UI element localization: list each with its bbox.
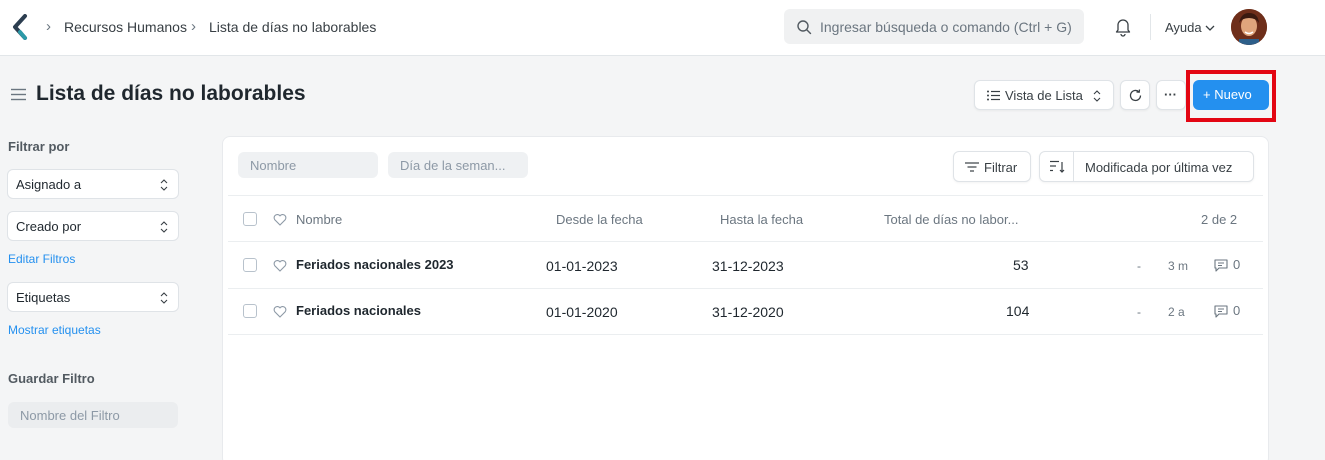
avatar[interactable]	[1231, 9, 1267, 45]
comment-icon	[1214, 305, 1228, 318]
row-comment-count: 0	[1233, 257, 1241, 272]
assigned-to-select[interactable]: Asignado a	[7, 169, 179, 199]
weekday-filter-select[interactable]: Día de la seman...	[388, 152, 528, 178]
filter-name-input[interactable]: Nombre del Filtro	[8, 402, 178, 428]
row-total-holidays: 104	[1006, 303, 1030, 319]
row-from-date: 01-01-2023	[546, 258, 618, 274]
row-to-date: 31-12-2020	[712, 304, 784, 320]
chevron-down-icon	[1205, 25, 1215, 31]
filter-button-label: Filtrar	[984, 160, 1018, 175]
assigned-to-label: Asignado a	[16, 177, 82, 192]
help-menu[interactable]: Ayuda	[1165, 20, 1202, 35]
more-actions-button[interactable]: ···	[1156, 80, 1186, 110]
column-header-from-date: Desde la fecha	[556, 212, 643, 227]
row-modified: 3 m	[1168, 259, 1189, 273]
edit-filters-link[interactable]: Editar Filtros	[8, 252, 75, 266]
breadcrumb-item-holiday-list[interactable]: Lista de días no laborables	[209, 19, 376, 35]
row-to-date: 31-12-2023	[712, 258, 784, 274]
divider	[228, 241, 1263, 242]
breadcrumb-chevron-icon: ›	[46, 18, 51, 35]
refresh-icon	[1129, 89, 1142, 102]
divider	[228, 334, 1263, 335]
view-switcher-label: Vista de Lista	[1005, 88, 1083, 103]
show-tags-link[interactable]: Mostrar etiquetas	[8, 323, 101, 337]
new-button-label: + Nuevo	[1203, 87, 1252, 102]
updown-chevron-icon	[160, 221, 168, 233]
divider	[228, 195, 1263, 196]
row-name-link[interactable]: Feriados nacionales	[296, 303, 421, 318]
breadcrumb-item-hr[interactable]: Recursos Humanos	[64, 19, 187, 35]
list-icon	[987, 90, 1000, 101]
updown-chevron-icon	[160, 179, 168, 191]
row-name-link[interactable]: Feriados nacionales 2023	[296, 257, 454, 272]
row-comment-count: 0	[1233, 303, 1241, 318]
name-filter-input[interactable]: Nombre	[238, 152, 378, 178]
save-filter-label: Guardar Filtro	[8, 371, 95, 386]
row-total-holidays: 53	[1013, 257, 1029, 273]
created-by-select[interactable]: Creado por	[7, 211, 179, 241]
heart-icon[interactable]	[273, 305, 287, 318]
list-count: 2 de 2	[1201, 212, 1238, 227]
divider	[228, 288, 1263, 289]
row-dash: -	[1137, 259, 1141, 273]
sort-icon	[1050, 160, 1065, 173]
updown-chevron-icon	[160, 292, 168, 304]
column-header-total-holidays: Total de días no labor...	[884, 212, 1019, 227]
sidebar-toggle-icon[interactable]	[11, 88, 26, 101]
select-all-checkbox[interactable]	[243, 212, 257, 226]
tags-label: Etiquetas	[16, 290, 71, 305]
avatar-image	[1231, 9, 1267, 45]
row-checkbox[interactable]	[243, 258, 257, 272]
filter-button[interactable]: Filtrar	[953, 151, 1031, 182]
comment-icon	[1214, 259, 1228, 272]
navbar-divider	[1150, 14, 1151, 40]
bell-icon[interactable]	[1114, 17, 1132, 37]
updown-chevron-icon	[1093, 90, 1101, 102]
filter-by-label: Filtrar por	[8, 139, 70, 154]
heart-icon[interactable]	[273, 213, 287, 226]
filter-icon	[965, 162, 979, 172]
sort-control: Modificada por última vez	[1039, 151, 1254, 182]
new-button[interactable]: + Nuevo	[1193, 80, 1269, 110]
search-bar[interactable]: Ingresar búsqueda o comando (Ctrl + G)	[784, 9, 1084, 44]
created-by-label: Creado por	[16, 219, 82, 234]
weekday-filter-placeholder: Día de la seman...	[400, 158, 506, 173]
breadcrumb-chevron-icon: ›	[191, 18, 196, 35]
navbar: › Recursos Humanos › Lista de días no la…	[0, 0, 1325, 56]
column-header-name: Nombre	[296, 212, 343, 227]
search-placeholder: Ingresar búsqueda o comando (Ctrl + G)	[820, 19, 1072, 35]
list-card	[222, 136, 1269, 460]
row-from-date: 01-01-2020	[546, 304, 618, 320]
sort-order-button[interactable]	[1040, 152, 1074, 181]
search-icon	[797, 20, 812, 35]
more-icon: ···	[1164, 87, 1177, 102]
row-dash: -	[1137, 305, 1141, 319]
column-header-to-date: Hasta la fecha	[720, 212, 804, 227]
filter-name-placeholder: Nombre del Filtro	[20, 408, 120, 423]
app-logo-icon[interactable]	[12, 14, 28, 40]
view-switcher-button[interactable]: Vista de Lista	[974, 80, 1114, 110]
row-checkbox[interactable]	[243, 304, 257, 318]
reload-button[interactable]	[1120, 80, 1150, 110]
row-modified: 2 a	[1168, 305, 1185, 319]
tags-select[interactable]: Etiquetas	[7, 282, 179, 312]
heart-icon[interactable]	[273, 259, 287, 272]
name-filter-placeholder: Nombre	[250, 158, 297, 173]
sort-by-label[interactable]: Modificada por última vez	[1085, 160, 1232, 175]
page-title: Lista de días no laborables	[36, 82, 306, 105]
